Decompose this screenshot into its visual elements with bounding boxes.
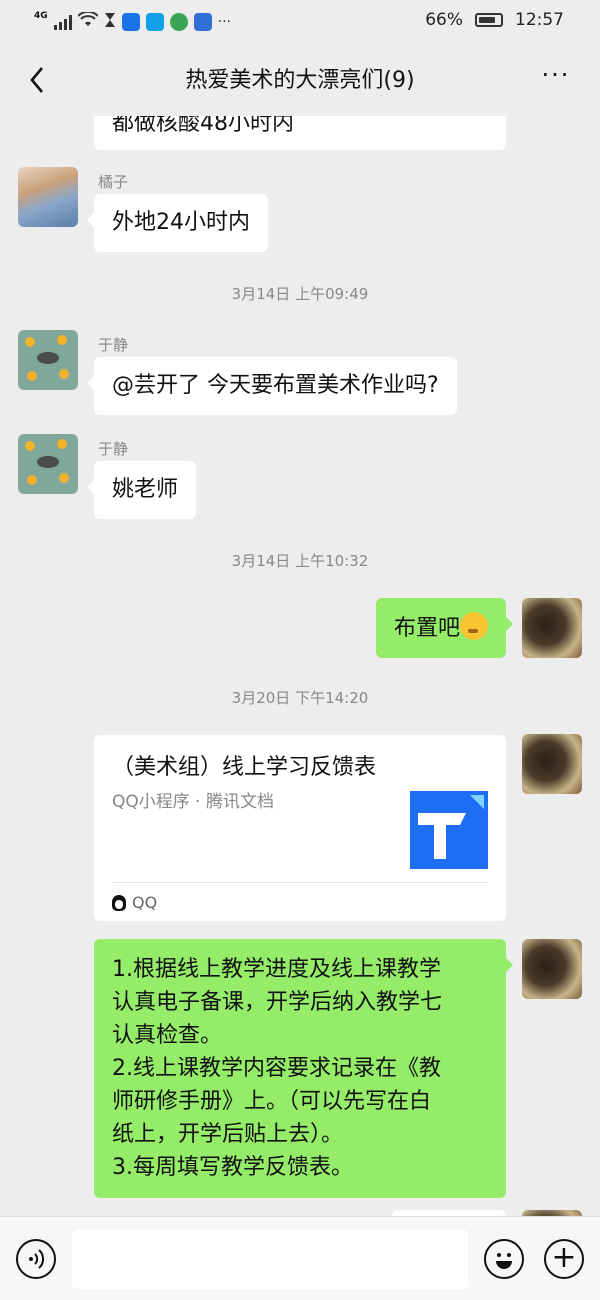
thinking-emoji-icon [460,612,488,640]
sender-name: 橘子 [98,173,129,191]
status-bar: 4G ··· 66% 12:57 [0,0,600,44]
battery-percent: 66% [425,10,463,30]
message-text: 外地24小时内 [112,210,250,235]
message-line: 纸上，开学后贴上去）。 [112,1122,344,1147]
app-notification-icon [121,13,140,31]
wifi-icon [76,10,99,32]
more-options-button[interactable]: ··· [538,63,574,94]
avatar[interactable] [18,434,78,494]
card-footer: QQ [112,893,157,912]
avatar-self[interactable] [522,939,582,999]
signal-icon [53,14,72,30]
more-notifications-icon: ··· [217,14,232,30]
message-text: @芸开了 今天要布置美术作业吗? [112,373,439,398]
search-app-icon [145,13,164,31]
sender-name: 于静 [98,440,129,458]
smiley-icon [496,1253,512,1269]
message-text: 姚老师 [112,477,179,502]
voice-icon [29,1249,45,1269]
hourglass-icon [104,12,116,32]
avatar-self[interactable] [522,734,582,794]
message-line: 师研修手册》上。（可以先写在白 [112,1089,432,1114]
message-line: 1.根据线上教学进度及线上课教学 [112,957,441,982]
timestamp: 3月14日 上午10:32 [231,552,369,570]
avatar[interactable] [18,330,78,390]
avatar[interactable] [18,167,78,227]
status-left-icons: 4G ··· [34,10,232,32]
sender-name: 于静 [98,336,129,354]
message-input[interactable] [72,1229,468,1289]
message-text: 布置吧 [393,616,460,641]
mini-program-card[interactable]: （美术组）线上学习反馈表 QQ小程序 · 腾讯文档 QQ [94,735,506,921]
network-type: 4G [34,11,48,21]
voice-button[interactable] [16,1239,56,1279]
qq-penguin-icon [112,894,126,911]
back-button[interactable] [22,62,58,98]
back-arrow-icon [30,67,43,93]
sun-cloud-icon [25,439,69,485]
input-bar: + [0,1216,600,1300]
message-bubble[interactable]: 姚老师 [86,461,197,519]
message-line: 认真检查。 [112,1023,223,1048]
chat-app-icon [169,13,188,31]
status-right: 66% 12:57 [425,10,564,30]
message-line: 认真电子备课，开学后纳入教学七 [112,990,443,1015]
message-bubble-self[interactable]: 1.根据线上教学进度及线上课教学 认真电子备课，开学后纳入教学七 认真检查。 2… [94,939,513,1198]
sun-cloud-icon [25,335,69,381]
emoji-button[interactable] [484,1239,524,1279]
tencent-docs-logo-icon [410,791,488,869]
add-attachment-button[interactable]: + [544,1239,584,1279]
timestamp: 3月20日 下午14:20 [231,689,369,707]
message-text: 都做核酸48小时内 [112,116,294,136]
clock: 12:57 [515,10,564,30]
card-source: QQ小程序 · 腾讯文档 [112,792,274,812]
avatar-self[interactable] [522,598,582,658]
message-bubble-partial[interactable]: 都做核酸48小时内 [94,116,506,150]
card-divider [112,882,488,883]
message-bubble-self[interactable]: 布置吧 [375,598,514,658]
message-bubble[interactable]: 外地24小时内 [87,194,268,252]
music-app-icon [193,13,212,31]
card-title: （美术组）线上学习反馈表 [112,755,377,780]
card-footer-label: QQ [132,893,158,912]
message-bubble[interactable]: @芸开了 今天要布置美术作业吗? [87,357,457,415]
battery-icon [475,13,503,27]
message-line: 2.线上课教学内容要求记录在《教 [112,1056,441,1081]
chat-header: 热爱美术的大漂亮们(9) ··· [0,44,600,116]
message-line: 3.每周填写教学反馈表。 [112,1155,353,1180]
plus-icon: + [551,1240,577,1275]
chat-title: 热爱美术的大漂亮们(9) [185,68,415,93]
message-list[interactable]: 都做核酸48小时内 橘子 外地24小时内 3月14日 上午09:49 于静 @芸… [0,116,600,1216]
timestamp: 3月14日 上午09:49 [231,285,369,303]
